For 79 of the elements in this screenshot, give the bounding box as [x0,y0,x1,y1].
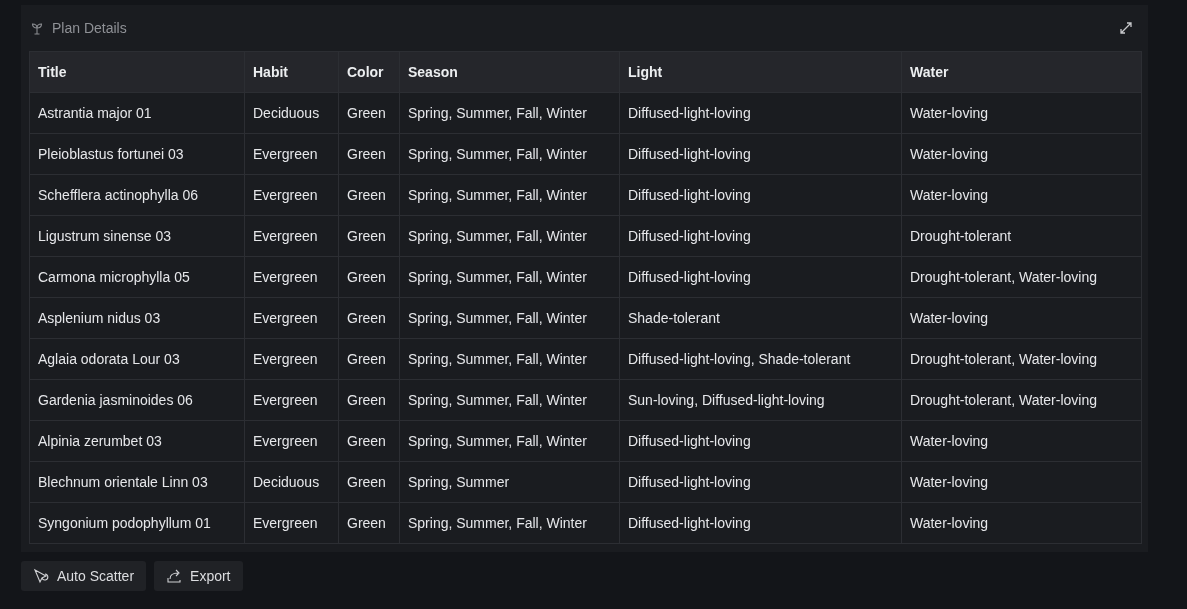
table-cell: Green [338,215,400,257]
table-cell: Alpinia zerumbet 03 [29,420,245,462]
table-cell: Diffused-light-loving [619,133,902,175]
expand-icon[interactable] [1120,22,1132,34]
table-cell: Evergreen [244,215,339,257]
table-cell: Green [338,461,400,503]
column-header: Season [399,51,620,93]
table-cell: Deciduous [244,461,339,503]
table-cell: Evergreen [244,420,339,462]
cursor-icon [33,568,49,584]
table-cell: Water-loving [901,133,1142,175]
table-cell: Green [338,174,400,216]
table-cell: Ligustrum sinense 03 [29,215,245,257]
table-cell: Diffused-light-loving [619,256,902,298]
column-header: Light [619,51,902,93]
table-cell: Water-loving [901,297,1142,339]
plant-icon [31,21,43,35]
table-cell: Spring, Summer, Fall, Winter [399,256,620,298]
table-cell: Spring, Summer, Fall, Winter [399,133,620,175]
table-cell: Drought-tolerant [901,215,1142,257]
table-cell: Drought-tolerant, Water-loving [901,379,1142,421]
column-header: Title [29,51,245,93]
panel-title: Plan Details [52,20,128,36]
table-cell: Evergreen [244,338,339,380]
table-cell: Diffused-light-loving [619,174,902,216]
table-cell: Shade-tolerant [619,297,902,339]
table-cell: Evergreen [244,256,339,298]
table-cell: Carmona microphylla 05 [29,256,245,298]
table-cell: Drought-tolerant, Water-loving [901,338,1142,380]
table-cell: Diffused-light-loving, Shade-tolerant [619,338,902,380]
table-cell: Asplenium nidus 03 [29,297,245,339]
export-button[interactable]: Export [154,561,243,591]
table-cell: Diffused-light-loving [619,420,902,462]
table-cell: Green [338,379,400,421]
table-cell: Sun-loving, Diffused-light-loving [619,379,902,421]
table-cell: Diffused-light-loving [619,461,902,503]
table-cell: Spring, Summer, Fall, Winter [399,297,620,339]
table-cell: Green [338,133,400,175]
table-cell: Water-loving [901,92,1142,134]
table-cell: Gardenia jasminoides 06 [29,379,245,421]
table-cell: Blechnum orientale Linn 03 [29,461,245,503]
table-cell: Diffused-light-loving [619,215,902,257]
table-cell: Pleioblastus fortunei 03 [29,133,245,175]
table-cell: Spring, Summer, Fall, Winter [399,338,620,380]
table-cell: Evergreen [244,297,339,339]
table-cell: Evergreen [244,502,339,544]
table-cell: Spring, Summer, Fall, Winter [399,92,620,134]
table-cell: Astrantia major 01 [29,92,245,134]
table-cell: Syngonium podophyllum 01 [29,502,245,544]
table-cell: Spring, Summer [399,461,620,503]
table-cell: Spring, Summer, Fall, Winter [399,174,620,216]
column-header: Color [338,51,400,93]
table-cell: Water-loving [901,420,1142,462]
table-cell: Evergreen [244,133,339,175]
table-cell: Evergreen [244,174,339,216]
table-cell: Green [338,502,400,544]
table-cell: Green [338,420,400,462]
table-cell: Deciduous [244,92,339,134]
table-cell: Spring, Summer, Fall, Winter [399,420,620,462]
table-cell: Drought-tolerant, Water-loving [901,256,1142,298]
table-cell: Green [338,297,400,339]
table-cell: Diffused-light-loving [619,502,902,544]
table-cell: Spring, Summer, Fall, Winter [399,379,620,421]
table-cell: Spring, Summer, Fall, Winter [399,215,620,257]
auto-scatter-button[interactable]: Auto Scatter [21,561,147,591]
table-cell: Evergreen [244,379,339,421]
table-cell: Green [338,256,400,298]
table-cell: Schefflera actinophylla 06 [29,174,245,216]
column-header: Water [901,51,1142,93]
table-cell: Aglaia odorata Lour 03 [29,338,245,380]
column-header: Habit [244,51,339,93]
table-cell: Spring, Summer, Fall, Winter [399,502,620,544]
table-cell: Diffused-light-loving [619,92,902,134]
share-icon [166,568,183,584]
table-cell: Green [338,338,400,380]
table-cell: Water-loving [901,174,1142,216]
table-cell: Water-loving [901,461,1142,503]
table-cell: Water-loving [901,502,1142,544]
table-cell: Green [338,92,400,134]
